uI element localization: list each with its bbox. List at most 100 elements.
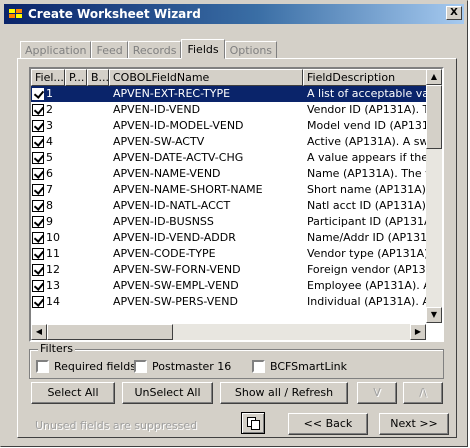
field-number-cell[interactable]: 14 xyxy=(31,294,65,310)
scroll-right-button[interactable]: ▶ xyxy=(410,324,426,340)
checkbox-box[interactable] xyxy=(36,360,49,373)
include-checkbox[interactable] xyxy=(32,136,44,148)
include-checkbox[interactable] xyxy=(32,216,44,228)
postmaster-label: Postmaster 16 xyxy=(152,360,232,373)
table-row[interactable]: 6 APVEN-NAME-VEND Name (AP131A). The ven xyxy=(31,166,428,182)
table-row[interactable]: 11 APVEN-CODE-TYPE Vendor type (AP131A). A xyxy=(31,246,428,262)
table-row[interactable]: 12 APVEN-SW-FORN-VEND Foreign vendor (AP13… xyxy=(31,262,428,278)
fields-grid[interactable]: Fiel... P... B... COBOLFieldName FieldDe… xyxy=(29,67,444,342)
tab-feed[interactable]: Feed xyxy=(91,41,128,59)
filters-label: Filters xyxy=(38,342,75,355)
field-number-cell[interactable]: 4 xyxy=(31,134,65,150)
scroll-left-button[interactable]: ◀ xyxy=(31,324,47,340)
include-checkbox[interactable] xyxy=(32,152,44,164)
include-checkbox[interactable] xyxy=(32,104,44,116)
field-number-cell[interactable]: 11 xyxy=(31,246,65,262)
vertical-scrollbar[interactable]: ▲ ▼ xyxy=(426,69,442,323)
cobol-field-name-cell: APVEN-NAME-SHORT-NAME xyxy=(113,183,263,196)
header-field-number[interactable]: Fiel... xyxy=(31,69,65,86)
header-cobol-field-name[interactable]: COBOLFieldName xyxy=(109,69,303,86)
tab-options[interactable]: Options xyxy=(224,41,278,59)
move-up-button[interactable]: /\ xyxy=(403,382,443,404)
bcfsmartlink-checkbox[interactable]: BCFSmartLink xyxy=(252,360,347,373)
back-button[interactable]: << Back xyxy=(288,413,368,435)
cobol-field-name-cell: APVEN-ID-VEND xyxy=(113,103,201,116)
field-number-cell[interactable]: 6 xyxy=(31,166,65,182)
checkbox-box[interactable] xyxy=(252,360,265,373)
p-cell xyxy=(65,198,87,214)
include-checkbox[interactable] xyxy=(32,184,44,196)
include-checkbox[interactable] xyxy=(32,248,44,260)
cobol-field-name-cell: APVEN-ID-VEND-ADDR xyxy=(113,231,236,244)
include-checkbox[interactable] xyxy=(32,280,44,292)
table-row[interactable]: 10 APVEN-ID-VEND-ADDR Name/Addr ID (AP131A… xyxy=(31,230,428,246)
table-row[interactable]: 7 APVEN-NAME-SHORT-NAME Short name (AP131A… xyxy=(31,182,428,198)
horizontal-scrollbar[interactable]: ◀ ▶ xyxy=(31,324,426,340)
field-number-cell[interactable]: 1 xyxy=(31,86,65,102)
tab-fields[interactable]: Fields xyxy=(181,39,225,59)
unselect-all-button[interactable]: UnSelect All xyxy=(122,382,213,404)
include-checkbox[interactable] xyxy=(32,200,44,212)
scroll-up-button[interactable]: ▲ xyxy=(426,69,442,85)
tab-application[interactable]: Application xyxy=(20,41,92,59)
select-all-button[interactable]: Select All xyxy=(31,382,115,404)
table-row[interactable]: 3 APVEN-ID-MODEL-VEND Model vend ID (AP131… xyxy=(31,118,428,134)
table-row[interactable]: 14 APVEN-SW-PERS-VEND Individual (AP131A).… xyxy=(31,294,428,310)
table-row[interactable]: 4 APVEN-SW-ACTV Active (AP131A). A switc xyxy=(31,134,428,150)
b-cell xyxy=(87,150,109,166)
field-number-cell[interactable]: 8 xyxy=(31,198,65,214)
close-button[interactable]: X xyxy=(446,6,462,20)
cobol-field-name-cell: APVEN-SW-FORN-VEND xyxy=(113,263,241,276)
move-down-button[interactable]: V xyxy=(357,382,397,404)
include-checkbox[interactable] xyxy=(32,120,44,132)
tab-records[interactable]: Records xyxy=(127,41,182,59)
include-checkbox[interactable] xyxy=(32,296,44,308)
field-number-cell[interactable]: 5 xyxy=(31,150,65,166)
cobol-field-name-cell: APVEN-ID-NATL-ACCT xyxy=(113,199,231,212)
header-b[interactable]: B... xyxy=(87,69,109,86)
field-number-cell[interactable]: 12 xyxy=(31,262,65,278)
field-description-cell: Individual (AP131A). A Ye xyxy=(307,295,428,308)
field-number: 1 xyxy=(46,87,53,100)
include-checkbox[interactable] xyxy=(32,88,44,100)
vertical-scroll-thumb[interactable] xyxy=(426,85,442,149)
table-row[interactable]: 5 APVEN-DATE-ACTV-CHG A value appears if t… xyxy=(31,150,428,166)
field-number-cell[interactable]: 13 xyxy=(31,278,65,294)
table-row[interactable]: 8 APVEN-ID-NATL-ACCT Natl acct ID (AP131A)… xyxy=(31,198,428,214)
table-row[interactable]: 1 APVEN-EXT-REC-TYPE A list of acceptable … xyxy=(31,86,428,102)
show-all-refresh-button[interactable]: Show all / Refresh xyxy=(220,382,348,404)
horizontal-scroll-thumb[interactable] xyxy=(47,324,173,340)
include-checkbox[interactable] xyxy=(32,264,44,276)
cobol-field-name-cell: APVEN-NAME-VEND xyxy=(113,167,221,180)
table-row[interactable]: 13 APVEN-SW-EMPL-VEND Employee (AP131A). A… xyxy=(31,278,428,294)
required-fields-checkbox[interactable]: Required fields xyxy=(36,360,136,373)
field-number-cell[interactable]: 9 xyxy=(31,214,65,230)
include-checkbox[interactable] xyxy=(32,168,44,180)
wizard-window: Create Worksheet Wizard X Application Fe… xyxy=(0,0,468,447)
checkbox-box[interactable] xyxy=(134,360,147,373)
include-checkbox[interactable] xyxy=(32,232,44,244)
table-row[interactable]: 9 APVEN-ID-BUSNSS Participant ID (AP131A). xyxy=(31,214,428,230)
field-number-cell[interactable]: 3 xyxy=(31,118,65,134)
cobol-field-name-cell: APVEN-EXT-REC-TYPE xyxy=(113,87,231,100)
field-description-cell: Foreign vendor (AP131A) xyxy=(307,263,428,276)
field-number-cell[interactable]: 10 xyxy=(31,230,65,246)
field-description-cell: Vendor ID (AP131A). The xyxy=(307,103,428,116)
status-text: Unused fields are suppressed xyxy=(35,419,198,432)
header-p[interactable]: P... xyxy=(65,69,87,86)
p-cell xyxy=(65,150,87,166)
header-field-description[interactable]: FieldDescription xyxy=(303,69,428,86)
p-cell xyxy=(65,278,87,294)
copy-icon[interactable] xyxy=(241,412,265,434)
cobol-field-name-cell: APVEN-DATE-ACTV-CHG xyxy=(113,151,244,164)
field-number: 10 xyxy=(46,231,60,244)
scroll-down-button[interactable]: ▼ xyxy=(426,307,442,323)
next-button[interactable]: Next >> xyxy=(379,413,449,435)
field-number: 13 xyxy=(46,279,60,292)
field-number: 11 xyxy=(46,247,60,260)
table-row[interactable]: 2 APVEN-ID-VEND Vendor ID (AP131A). The xyxy=(31,102,428,118)
postmaster-checkbox[interactable]: Postmaster 16 xyxy=(134,360,231,373)
field-number-cell[interactable]: 7 xyxy=(31,182,65,198)
field-number-cell[interactable]: 2 xyxy=(31,102,65,118)
b-cell xyxy=(87,182,109,198)
